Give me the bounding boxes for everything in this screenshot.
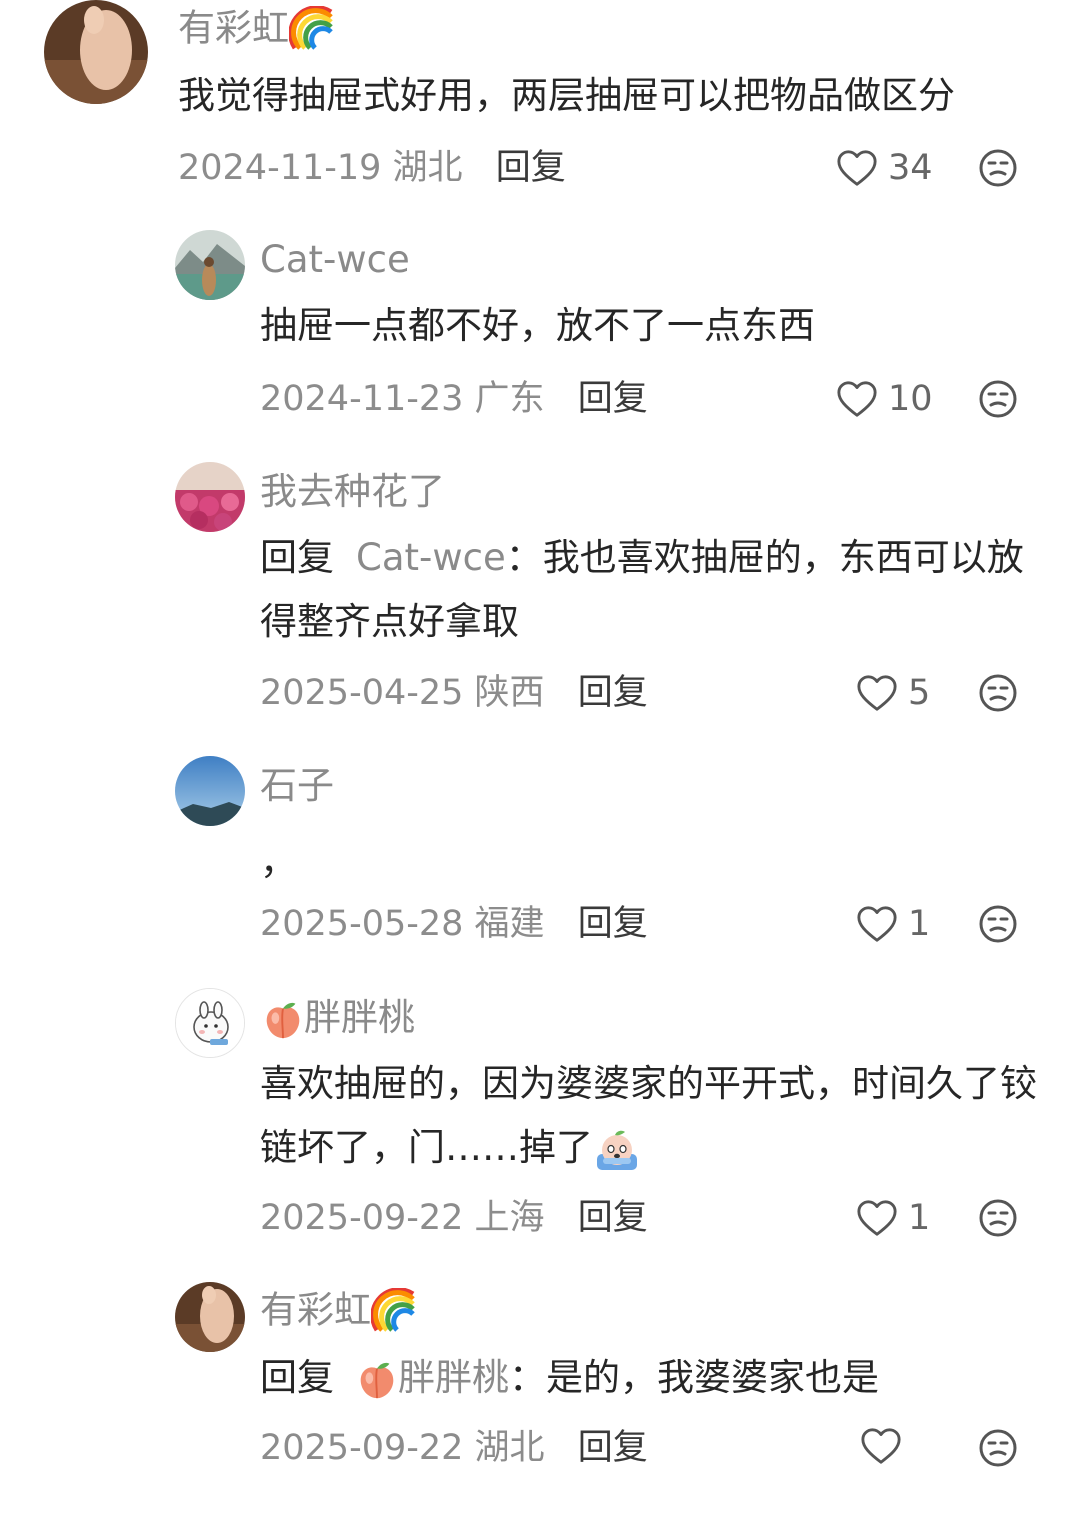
comment-date: 2024-11-19 <box>178 148 382 188</box>
username-text: 有彩虹 <box>260 1288 371 1332</box>
emoji-reaction-icon[interactable] <box>978 673 1018 713</box>
heart-icon <box>856 673 898 713</box>
like-count: 10 <box>888 379 933 419</box>
heart-icon <box>856 1198 898 1238</box>
comment-meta: 2025-09-22 湖北 回复 <box>260 1426 648 1470</box>
avatar[interactable] <box>175 756 245 826</box>
like-count: 1 <box>908 1198 931 1238</box>
avatar[interactable] <box>44 0 148 104</box>
comment-text: 回复 胖胖桃：是的，我婆婆家也是 <box>260 1346 1040 1410</box>
avatar[interactable] <box>175 230 245 300</box>
like-button[interactable]: 34 <box>836 146 933 190</box>
reply-button[interactable]: 回复 <box>578 904 648 944</box>
peach-icon <box>356 1359 398 1401</box>
comment-date: 2025-05-28 <box>260 904 464 944</box>
comment-meta: 2025-04-25 陕西 回复 <box>260 671 648 715</box>
like-count: 34 <box>888 148 933 188</box>
crying-emoji-icon <box>597 1130 637 1170</box>
comment-date: 2025-09-22 <box>260 1428 464 1468</box>
comment-username[interactable]: 石子 <box>260 764 334 808</box>
username-text: 胖胖桃 <box>304 996 415 1039</box>
comment-meta: 2024-11-23 广东 回复 <box>260 377 648 421</box>
reply-item: 有彩虹 回复 胖胖桃：是的，我婆婆家也是 2025-09-22 湖北 回复 <box>0 1282 1080 1492</box>
heart-icon <box>836 148 878 188</box>
mention-username[interactable]: 胖胖桃 <box>356 1356 509 1399</box>
emoji-reaction-icon[interactable] <box>978 379 1018 419</box>
reply-item: 我去种花了 回复 Cat-wce：我也喜欢抽屉的，东西可以放得整齐点好拿取 202… <box>0 462 1080 732</box>
comment-region: 上海 <box>474 1198 545 1238</box>
comment-region: 湖北 <box>474 1428 545 1468</box>
reply-button[interactable]: 回复 <box>496 148 566 188</box>
like-button[interactable]: 1 <box>856 902 930 946</box>
avatar[interactable] <box>175 988 245 1058</box>
comment-date: 2024-11-23 <box>260 379 464 419</box>
comment-text: ， <box>260 840 297 883</box>
reply-button[interactable]: 回复 <box>578 1198 648 1238</box>
reply-text: ：是的，我婆婆家也是 <box>509 1356 879 1399</box>
comment-username[interactable]: 胖胖桃 <box>262 996 415 1041</box>
comment-text: 喜欢抽屉的，因为婆婆家的平开式，时间久了铰链坏了，门……掉了 <box>260 1052 1040 1180</box>
comment-region: 广东 <box>474 379 545 419</box>
comment-text-body: 喜欢抽屉的，因为婆婆家的平开式，时间久了铰链坏了，门……掉了 <box>260 1062 1037 1169</box>
reply-button[interactable]: 回复 <box>578 379 648 419</box>
reply-item: 胖胖桃 喜欢抽屉的，因为婆婆家的平开式，时间久了铰链坏了，门……掉了 2025-… <box>0 988 1080 1258</box>
reply-button[interactable]: 回复 <box>578 1428 648 1468</box>
comment-meta: 2025-09-22 上海 回复 <box>260 1196 648 1240</box>
comment-meta: 2025-05-28 福建 回复 <box>260 902 648 946</box>
reply-item: Cat-wce 抽屉一点都不好，放不了一点东西 2024-11-23 广东 回复… <box>0 230 1080 440</box>
emoji-reaction-icon[interactable] <box>978 148 1018 188</box>
comment-username[interactable]: Cat-wce <box>260 238 410 282</box>
like-button[interactable]: 5 <box>856 671 930 715</box>
like-count: 1 <box>908 904 931 944</box>
comment-meta: 2024-11-19 湖北 回复 <box>178 146 566 190</box>
rainbow-icon <box>371 1288 419 1336</box>
like-count: 5 <box>908 673 931 713</box>
rainbow-icon <box>289 6 337 54</box>
comment-item: 有彩虹 我觉得抽屉式好用，两层抽屉可以把物品做区分 2024-11-19 湖北 … <box>0 0 1080 210</box>
comment-region: 湖北 <box>392 148 463 188</box>
comment-date: 2025-09-22 <box>260 1198 464 1238</box>
comment-region: 陕西 <box>474 673 545 713</box>
comment-region: 福建 <box>474 904 545 944</box>
emoji-reaction-icon[interactable] <box>978 1428 1018 1468</box>
reply-prefix: 回复 <box>260 1356 334 1399</box>
comment-text: 我觉得抽屉式好用，两层抽屉可以把物品做区分 <box>178 74 955 117</box>
mention-username[interactable]: Cat-wce <box>356 536 506 579</box>
mention-text: 胖胖桃 <box>398 1356 509 1399</box>
avatar[interactable] <box>175 1282 245 1352</box>
heart-icon <box>856 904 898 944</box>
emoji-reaction-icon[interactable] <box>978 1198 1018 1238</box>
like-button[interactable]: 10 <box>836 377 933 421</box>
comment-username[interactable]: 有彩虹 <box>260 1288 419 1336</box>
comment-text: 抽屉一点都不好，放不了一点东西 <box>260 304 815 347</box>
reply-button[interactable]: 回复 <box>578 673 648 713</box>
comment-text: 回复 Cat-wce：我也喜欢抽屉的，东西可以放得整齐点好拿取 <box>260 526 1040 654</box>
avatar[interactable] <box>175 462 245 532</box>
peach-icon <box>262 999 304 1041</box>
reply-prefix: 回复 <box>260 536 334 579</box>
comment-date: 2025-04-25 <box>260 673 464 713</box>
heart-icon <box>860 1426 902 1466</box>
comment-username[interactable]: 我去种花了 <box>260 470 445 514</box>
emoji-reaction-icon[interactable] <box>978 904 1018 944</box>
like-button[interactable] <box>860 1426 912 1466</box>
comment-username[interactable]: 有彩虹 <box>178 6 337 54</box>
username-text: 有彩虹 <box>178 6 289 50</box>
like-button[interactable]: 1 <box>856 1196 930 1240</box>
heart-icon <box>836 379 878 419</box>
reply-item: 石子 ， 2025-05-28 福建 回复 1 <box>0 756 1080 956</box>
